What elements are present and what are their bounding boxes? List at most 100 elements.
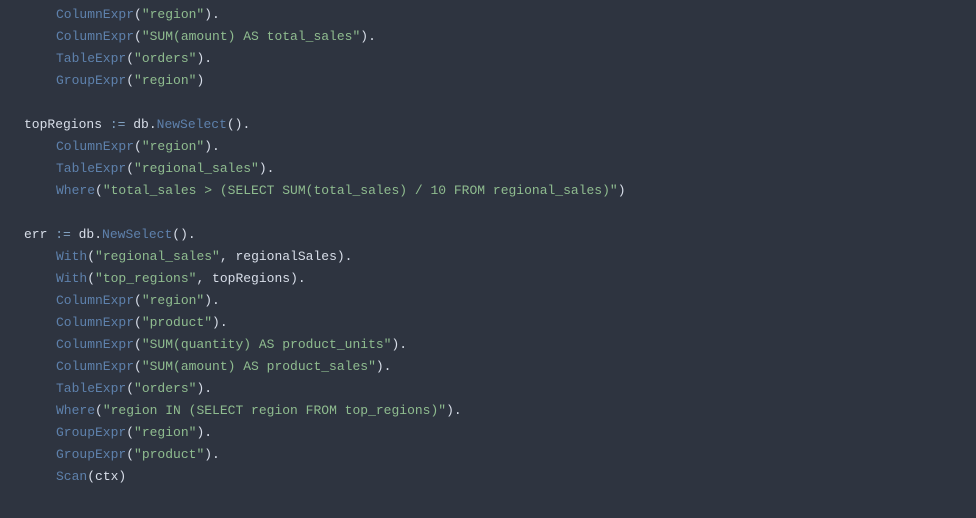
code-line[interactable]: ColumnExpr("region"). xyxy=(24,290,976,312)
code-line[interactable]: ColumnExpr("region"). xyxy=(24,136,976,158)
token-method: With xyxy=(56,249,87,264)
token-punct: ( xyxy=(134,293,142,308)
code-line[interactable]: topRegions := db.NewSelect(). xyxy=(24,114,976,136)
token-punct: ). xyxy=(391,337,407,352)
token-punct: ( xyxy=(134,359,142,374)
token-method: ColumnExpr xyxy=(56,315,134,330)
code-line[interactable]: ColumnExpr("product"). xyxy=(24,312,976,334)
token-method: NewSelect xyxy=(157,117,227,132)
code-line[interactable]: Where("region IN (SELECT region FROM top… xyxy=(24,400,976,422)
token-ident: err xyxy=(24,227,55,242)
token-punct: , regionalSales). xyxy=(220,249,353,264)
token-method: ColumnExpr xyxy=(56,293,134,308)
token-punct: ). xyxy=(204,139,220,154)
token-punct: ). xyxy=(196,381,212,396)
code-line[interactable]: ColumnExpr("region"). xyxy=(24,4,976,26)
token-punct: ) xyxy=(196,73,204,88)
token-string: "region IN (SELECT region FROM top_regio… xyxy=(103,403,446,418)
blank-line xyxy=(24,92,976,114)
code-line[interactable]: GroupExpr("region") xyxy=(24,70,976,92)
code-line[interactable]: err := db.NewSelect(). xyxy=(24,224,976,246)
code-line[interactable]: TableExpr("regional_sales"). xyxy=(24,158,976,180)
token-punct: ). xyxy=(204,447,220,462)
token-string: "top_regions" xyxy=(95,271,196,286)
token-punct: ( xyxy=(134,29,142,44)
token-string: "orders" xyxy=(134,51,196,66)
token-string: "SUM(quantity) AS product_units" xyxy=(142,337,392,352)
token-punct: ( xyxy=(126,381,134,396)
token-punct: ( xyxy=(134,139,142,154)
token-punct: ( xyxy=(87,271,95,286)
token-punct: ( xyxy=(134,337,142,352)
token-string: "region" xyxy=(142,7,204,22)
token-punct: ( xyxy=(126,425,134,440)
token-string: "product" xyxy=(134,447,204,462)
token-punct: ). xyxy=(376,359,392,374)
code-editor[interactable]: ColumnExpr("region").ColumnExpr("SUM(amo… xyxy=(0,4,976,488)
token-ident: db. xyxy=(125,117,156,132)
token-method: Where xyxy=(56,403,95,418)
token-method: ColumnExpr xyxy=(56,337,134,352)
token-method: GroupExpr xyxy=(56,73,126,88)
token-punct: ( xyxy=(87,249,95,264)
blank-line xyxy=(24,202,976,224)
token-punct: (ctx) xyxy=(87,469,126,484)
token-punct: ( xyxy=(134,315,142,330)
code-line[interactable]: ColumnExpr("SUM(amount) AS product_sales… xyxy=(24,356,976,378)
code-line[interactable]: ColumnExpr("SUM(quantity) AS product_uni… xyxy=(24,334,976,356)
token-ident: topRegions xyxy=(24,117,110,132)
code-line[interactable]: With("top_regions", topRegions). xyxy=(24,268,976,290)
code-line[interactable]: Where("total_sales > (SELECT SUM(total_s… xyxy=(24,180,976,202)
token-string: "region" xyxy=(134,73,196,88)
token-method: GroupExpr xyxy=(56,447,126,462)
token-method: TableExpr xyxy=(56,161,126,176)
token-method: NewSelect xyxy=(102,227,172,242)
token-punct: ( xyxy=(126,161,134,176)
token-punct: ) xyxy=(618,183,626,198)
token-string: "SUM(amount) AS total_sales" xyxy=(142,29,360,44)
code-line[interactable]: GroupExpr("product"). xyxy=(24,444,976,466)
token-method: GroupExpr xyxy=(56,425,126,440)
token-punct: ( xyxy=(134,7,142,22)
token-punct: ( xyxy=(95,403,103,418)
token-method: ColumnExpr xyxy=(56,139,134,154)
code-line[interactable]: With("regional_sales", regionalSales). xyxy=(24,246,976,268)
token-method: ColumnExpr xyxy=(56,7,134,22)
token-method: With xyxy=(56,271,87,286)
code-line[interactable]: GroupExpr("region"). xyxy=(24,422,976,444)
token-punct: ). xyxy=(446,403,462,418)
token-punct: , topRegions). xyxy=(196,271,305,286)
token-punct: (). xyxy=(172,227,195,242)
token-method: TableExpr xyxy=(56,51,126,66)
token-punct: ). xyxy=(204,7,220,22)
token-punct: (). xyxy=(227,117,250,132)
token-op: := xyxy=(55,227,71,242)
token-punct: ). xyxy=(212,315,228,330)
token-method: ColumnExpr xyxy=(56,359,134,374)
token-string: "regional_sales" xyxy=(134,161,259,176)
token-punct: ). xyxy=(196,51,212,66)
token-punct: ( xyxy=(126,73,134,88)
token-punct: ). xyxy=(204,293,220,308)
token-punct: ). xyxy=(259,161,275,176)
token-op: := xyxy=(110,117,126,132)
token-string: "SUM(amount) AS product_sales" xyxy=(142,359,376,374)
token-punct: ). xyxy=(196,425,212,440)
token-punct: ( xyxy=(126,51,134,66)
token-string: "region" xyxy=(142,293,204,308)
code-line[interactable]: ColumnExpr("SUM(amount) AS total_sales")… xyxy=(24,26,976,48)
token-punct: ( xyxy=(126,447,134,462)
token-method: TableExpr xyxy=(56,381,126,396)
token-string: "regional_sales" xyxy=(95,249,220,264)
token-ident: db. xyxy=(71,227,102,242)
token-string: "total_sales > (SELECT SUM(total_sales) … xyxy=(103,183,618,198)
token-string: "product" xyxy=(142,315,212,330)
token-method: Where xyxy=(56,183,95,198)
code-line[interactable]: TableExpr("orders"). xyxy=(24,48,976,70)
code-line[interactable]: TableExpr("orders"). xyxy=(24,378,976,400)
code-line[interactable]: Scan(ctx) xyxy=(24,466,976,488)
token-method: Scan xyxy=(56,469,87,484)
token-string: "region" xyxy=(142,139,204,154)
token-method: ColumnExpr xyxy=(56,29,134,44)
token-punct: ). xyxy=(360,29,376,44)
